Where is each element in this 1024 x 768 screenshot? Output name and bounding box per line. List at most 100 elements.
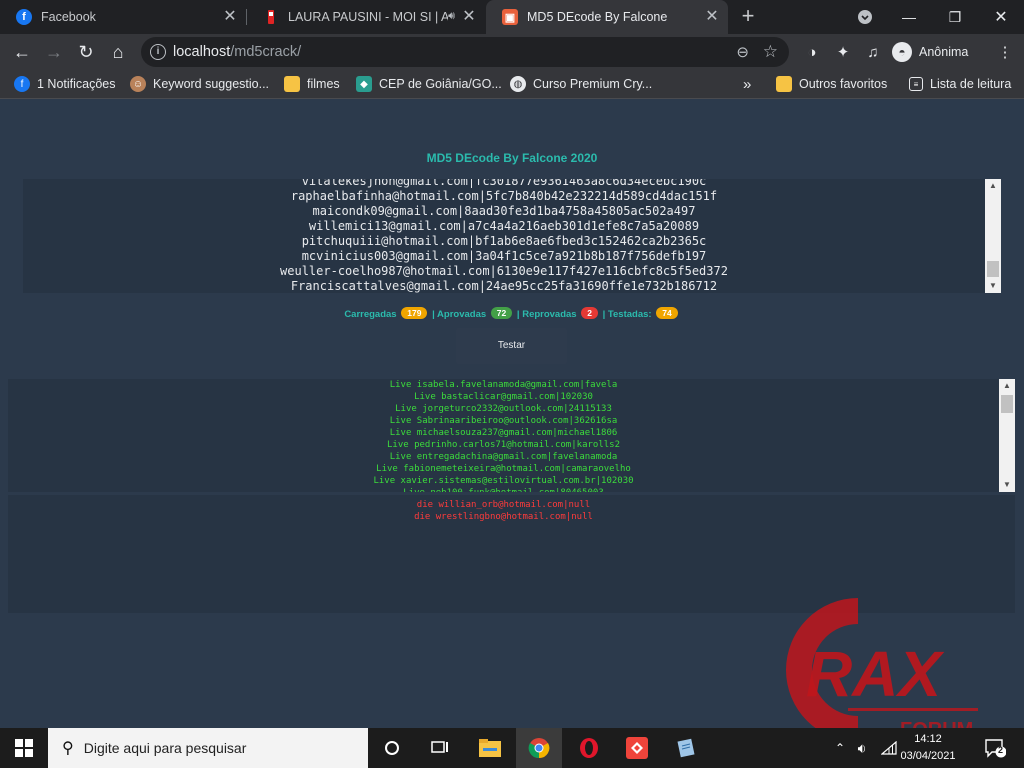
bookmark-star-icon[interactable]: ☆	[763, 42, 778, 62]
bookmarks-bar: f 1 Notificações ☺ Keyword suggestio... …	[0, 70, 1024, 99]
clock-date: 03/04/2021	[900, 750, 956, 762]
tab-facebook[interactable]: f Facebook ✕	[0, 0, 246, 34]
separator: |	[432, 309, 435, 320]
tab-md5-decode[interactable]: ▣ MD5 DEcode By Falcone ✕	[486, 0, 728, 34]
close-tab-icon[interactable]: ✕	[461, 9, 477, 25]
bookmark-notifications[interactable]: f 1 Notificações	[14, 75, 116, 93]
bookmark-label: CEP de Goiânia/GO...	[379, 77, 502, 91]
restore-button[interactable]: ❐	[932, 0, 978, 34]
minimize-button[interactable]: —	[886, 0, 932, 34]
avatar-face-icon: ☺	[130, 76, 146, 92]
tested-label: Testadas:	[607, 309, 652, 320]
site-info-icon[interactable]: i	[150, 44, 166, 60]
scroll-down-icon[interactable]: ▼	[999, 478, 1015, 492]
extensions-puzzle-icon[interactable]: ✦	[834, 43, 852, 61]
anydesk-icon[interactable]	[614, 728, 660, 768]
reading-list-icon: ≡	[909, 77, 923, 91]
menu-kebab-icon[interactable]: ⋮	[996, 43, 1014, 61]
notepad-icon[interactable]	[663, 728, 709, 768]
notification-count-badge: 2	[998, 745, 1004, 755]
scroll-down-icon[interactable]: ▼	[985, 279, 1001, 293]
approved-count-badge: 72	[490, 307, 513, 319]
task-view-icon[interactable]	[417, 728, 463, 768]
folder-icon	[284, 76, 300, 92]
tested-count-badge: 74	[656, 307, 678, 319]
facebook-icon: f	[16, 9, 32, 25]
page-title: MD5 DEcode By Falcone 2020	[426, 151, 598, 165]
folder-icon	[776, 76, 792, 92]
address-bar[interactable]: i localhost/md5crack/ ⊖ ☆	[141, 37, 789, 67]
scroll-thumb[interactable]	[987, 261, 999, 277]
tab-title: Facebook	[41, 10, 96, 24]
url-text: localhost/md5crack/	[173, 44, 302, 60]
chrome-icon[interactable]	[516, 728, 562, 768]
tab-search-icon[interactable]	[842, 0, 888, 34]
bookmark-cep-goiania[interactable]: ◆ CEP de Goiânia/GO...	[356, 75, 502, 93]
svg-text:RAX: RAX	[806, 638, 944, 710]
close-window-button[interactable]: ✕	[978, 0, 1024, 34]
md5-input-textarea[interactable]: vitalekesjhon@gmail.com|fc301877e9361463…	[23, 179, 1001, 293]
reading-list-button[interactable]: ≡ Lista de leitura	[909, 75, 1011, 93]
file-explorer-icon[interactable]	[467, 728, 513, 768]
bookmark-label: Lista de leitura	[930, 77, 1012, 91]
bookmark-other-favorites[interactable]: Outros favoritos	[776, 75, 887, 93]
rejected-label: Reprovadas	[522, 309, 577, 320]
windows-taskbar: ⚲ Digite aqui para pesquisar ⌃ 🔉︎ 14:12 …	[0, 728, 1024, 768]
tab-title: LAURA PAUSINI - MOI SI | Ar	[288, 10, 448, 24]
loaded-label: Carregadas	[344, 309, 397, 320]
forward-arrow-icon[interactable]: →	[42, 40, 66, 64]
approved-label: Aprovadas	[437, 309, 487, 320]
tab-laura-pausini[interactable]: LAURA PAUSINI - MOI SI | Ar 🔊︎ ✕	[247, 0, 485, 34]
music-video-icon	[263, 9, 279, 25]
scroll-up-icon[interactable]: ▲	[999, 379, 1015, 393]
scroll-thumb[interactable]	[1001, 395, 1013, 413]
input-lines: vitalekesjhon@gmail.com|fc301877e9361463…	[280, 179, 728, 293]
bookmark-keyword-suggestions[interactable]: ☺ Keyword suggestio...	[130, 75, 269, 93]
bookmarks-overflow-chevron-icon[interactable]: »	[743, 75, 751, 93]
back-arrow-icon[interactable]: ←	[10, 40, 34, 64]
globe-icon: ◍	[510, 76, 526, 92]
close-tab-icon[interactable]: ✕	[222, 9, 238, 25]
test-button[interactable]: Testar	[456, 328, 567, 364]
incognito-icon: ◓	[892, 42, 912, 62]
profile-label: Anônima	[919, 45, 969, 59]
bookmark-label: filmes	[307, 77, 340, 91]
input-scrollbar[interactable]: ▲ ▼	[985, 179, 1001, 293]
zoom-icon[interactable]: ⊖	[736, 43, 749, 61]
bookmark-label: Curso Premium Cry...	[533, 77, 653, 91]
bookmark-filmes[interactable]: filmes	[284, 75, 340, 93]
dark-mode-extension-icon[interactable]: ◑	[803, 43, 821, 61]
md5-app-icon: ▣	[502, 9, 518, 25]
taskbar-clock[interactable]: 14:12 03/04/2021	[897, 731, 959, 765]
tray-overflow-chevron-icon[interactable]: ⌃	[832, 728, 848, 768]
audio-playing-icon[interactable]: 🔊︎	[448, 10, 455, 23]
crax-forum-watermark-logo: RAX FORUM	[728, 596, 1008, 746]
map-pin-icon: ◆	[356, 76, 372, 92]
clock-time: 14:12	[914, 733, 942, 745]
windows-start-icon[interactable]	[0, 728, 48, 768]
taskbar-search-input[interactable]: ⚲ Digite aqui para pesquisar	[48, 728, 368, 768]
rejected-count-badge: 2	[581, 307, 598, 319]
scroll-up-icon[interactable]: ▲	[985, 179, 1001, 193]
opera-icon[interactable]	[566, 728, 612, 768]
new-tab-button[interactable]: +	[737, 5, 759, 28]
tab-strip: f Facebook ✕ LAURA PAUSINI - MOI SI | Ar…	[0, 0, 1024, 34]
search-icon: ⚲	[62, 740, 74, 757]
loaded-count-badge: 179	[401, 307, 428, 319]
notifications-icon[interactable]: 2	[978, 728, 1012, 768]
media-control-icon[interactable]: ♫	[864, 43, 882, 61]
bookmark-label: Outros favoritos	[799, 77, 888, 91]
live-result-lines: Live isabela.favelanamoda@gmail.com|fave…	[373, 380, 634, 492]
separator: |	[516, 309, 520, 320]
volume-icon[interactable]: 🔉︎	[852, 728, 872, 768]
bookmark-curso-premium[interactable]: ◍ Curso Premium Cry...	[510, 75, 652, 93]
live-results-box[interactable]: Live isabela.favelanamoda@gmail.com|fave…	[8, 379, 1015, 492]
home-icon[interactable]: ⌂	[106, 40, 130, 64]
reload-icon[interactable]: ↻	[74, 40, 98, 64]
live-scrollbar[interactable]: ▲ ▼	[999, 379, 1015, 492]
tab-title: MD5 DEcode By Falcone	[527, 10, 668, 24]
search-placeholder: Digite aqui para pesquisar	[83, 740, 247, 756]
incognito-profile-button[interactable]: ◓ Anônima	[892, 39, 968, 65]
close-tab-icon[interactable]: ✕	[704, 9, 720, 25]
cortana-icon[interactable]	[369, 728, 415, 768]
